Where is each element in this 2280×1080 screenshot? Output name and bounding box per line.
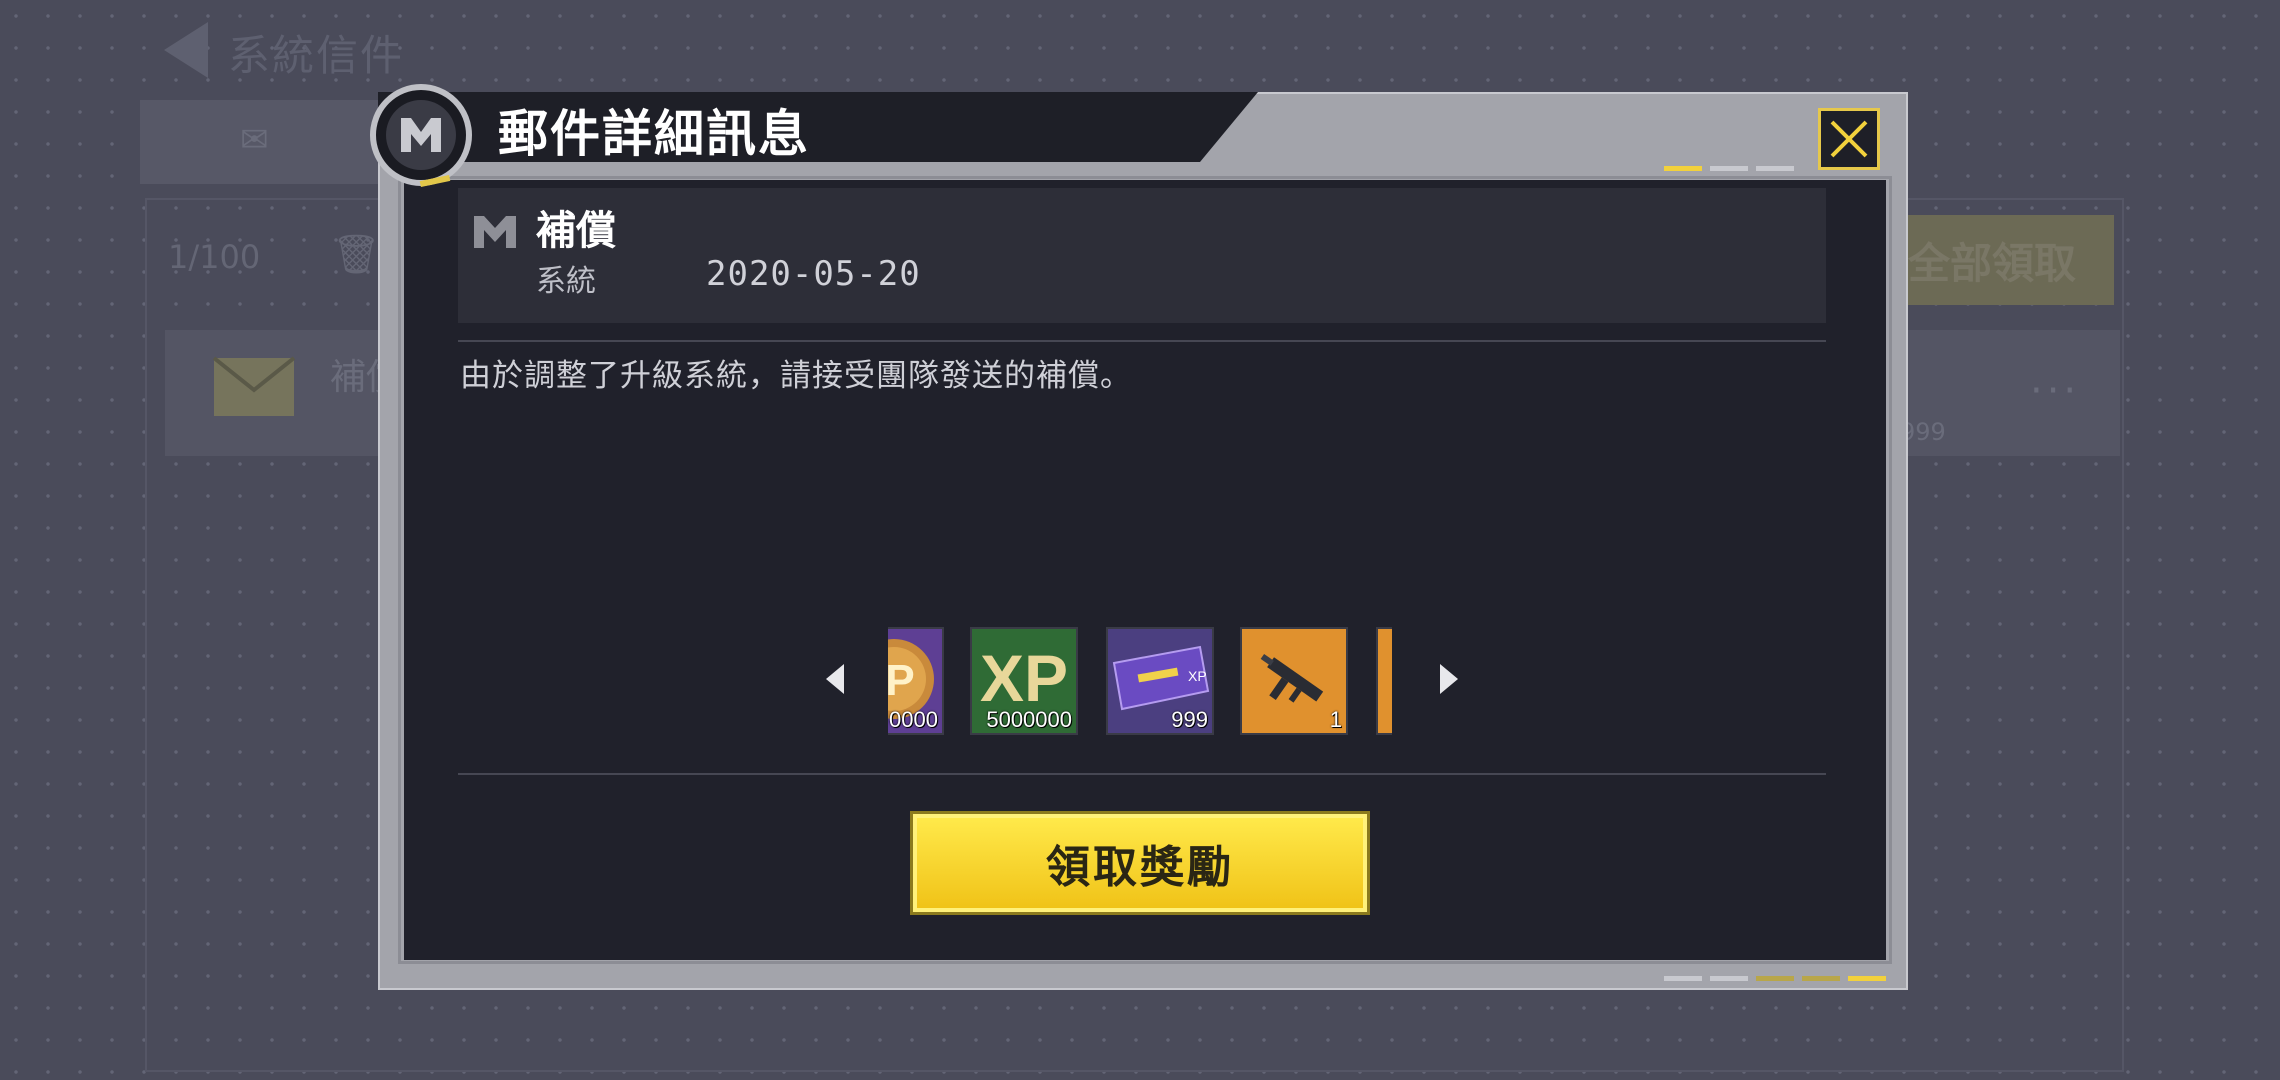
reward-next-button[interactable] bbox=[1434, 657, 1464, 701]
reward-item[interactable] bbox=[1376, 627, 1392, 735]
divider bbox=[458, 340, 1826, 342]
svg-text:XP: XP bbox=[1188, 668, 1207, 684]
reward-item[interactable]: XP 5000000 bbox=[970, 627, 1078, 735]
chevron-left-icon bbox=[826, 664, 844, 694]
header-dash-decoration bbox=[1664, 166, 1794, 171]
mailbox-icon: ✉ bbox=[240, 120, 269, 160]
reward-count: 999 bbox=[1171, 707, 1208, 732]
close-icon bbox=[1830, 120, 1868, 158]
chevron-right-icon bbox=[1440, 664, 1458, 694]
reward-item[interactable]: XP 999 bbox=[1106, 627, 1214, 735]
mail-sender: 系統 bbox=[536, 264, 596, 299]
svg-text:XP: XP bbox=[980, 641, 1068, 715]
game-logo-icon bbox=[386, 100, 456, 170]
mail-count: 1/100 bbox=[168, 238, 261, 276]
reward-item[interactable]: 1 bbox=[1240, 627, 1348, 735]
reward-count: 0000 bbox=[889, 707, 938, 732]
trash-icon[interactable]: 🗑 bbox=[332, 232, 380, 277]
reward-prev-button[interactable] bbox=[820, 657, 850, 701]
screen-title: 系統信件 bbox=[228, 31, 405, 80]
svg-text:P: P bbox=[888, 656, 915, 705]
close-button[interactable] bbox=[1818, 108, 1880, 170]
divider bbox=[458, 773, 1826, 775]
back-arrow-icon bbox=[164, 22, 208, 78]
dialog-title: 郵件詳細訊息 bbox=[498, 105, 810, 163]
reward-carousel[interactable]: P 0000 XP 5000000 XP 999 1 bbox=[888, 627, 1392, 737]
system-logo-icon bbox=[474, 216, 516, 248]
claim-reward-button[interactable]: 領取獎勵 bbox=[913, 814, 1367, 912]
mail-message: 由於調整了升級系統，請接受團隊發送的補償。 bbox=[460, 358, 1132, 394]
reward-item[interactable]: P 0000 bbox=[888, 627, 944, 735]
reward-count: 1 bbox=[1329, 707, 1342, 732]
more-icon: ··· bbox=[2030, 368, 2081, 414]
envelope-icon bbox=[212, 356, 296, 416]
footer-dash-decoration bbox=[1664, 976, 1886, 981]
mail-info-box bbox=[458, 188, 1826, 323]
mail-date: 2020-05-20 bbox=[706, 254, 921, 294]
reward-count: 5000000 bbox=[986, 707, 1072, 732]
mail-subject: 補償 bbox=[536, 208, 616, 254]
